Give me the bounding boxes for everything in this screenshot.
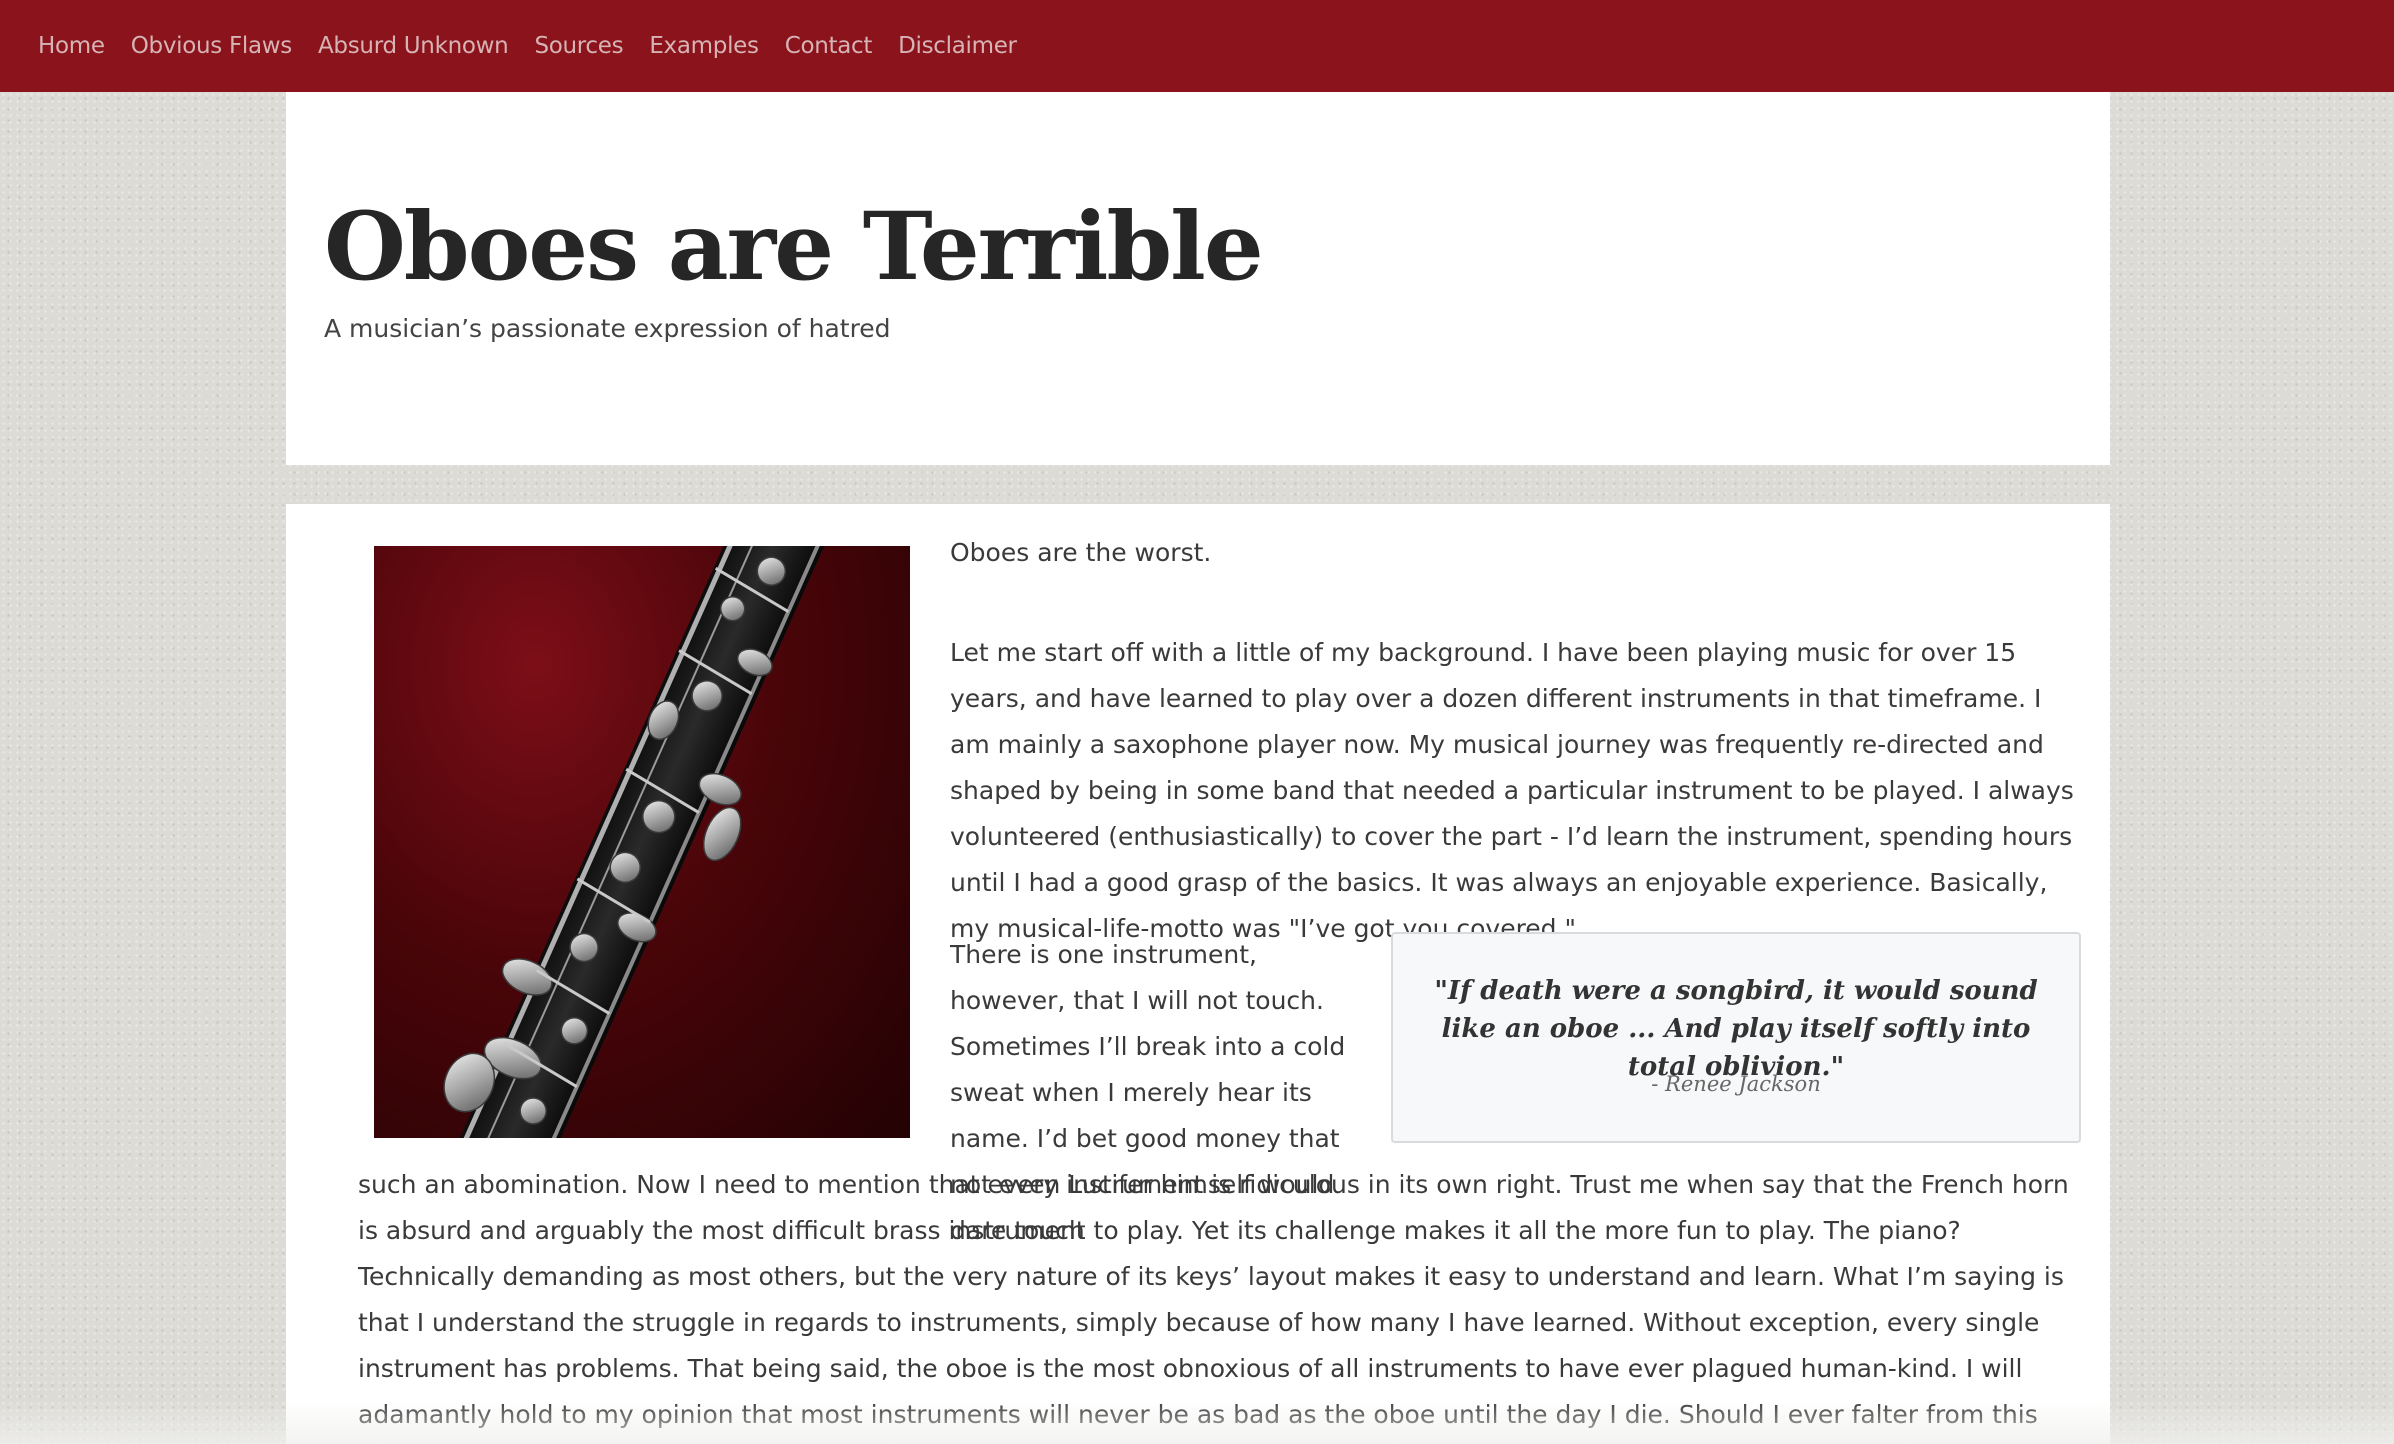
top-navbar: Home Obvious Flaws Absurd Unknown Source… bbox=[0, 0, 2394, 92]
paragraph-2-rest: such an abomination. Now I need to menti… bbox=[358, 1162, 2088, 1444]
nav-item-sources[interactable]: Sources bbox=[534, 33, 623, 59]
nav-item-obvious-flaws[interactable]: Obvious Flaws bbox=[131, 33, 293, 59]
quote-text: "If death were a songbird, it would soun… bbox=[1434, 976, 2038, 1082]
intro-text: Oboes are the worst. bbox=[950, 530, 2080, 576]
nav-menu: Home Obvious Flaws Absurd Unknown Source… bbox=[38, 0, 1043, 92]
paragraph-background: Let me start off with a little of my bac… bbox=[950, 630, 2080, 952]
quote-box: "If death were a songbird, it would soun… bbox=[1391, 932, 2081, 1143]
paragraph-1: Let me start off with a little of my bac… bbox=[950, 638, 2074, 943]
nav-item-examples[interactable]: Examples bbox=[649, 33, 759, 59]
oboe-photo bbox=[374, 546, 910, 1138]
header-panel: Oboes are Terrible A musician’s passiona… bbox=[286, 92, 2110, 465]
page-title: Oboes are Terrible bbox=[324, 192, 1264, 302]
paragraph-2-rest-text: such an abomination. Now I need to menti… bbox=[358, 1170, 2069, 1429]
nav-item-home[interactable]: Home bbox=[38, 33, 105, 59]
nav-item-absurd-unknown[interactable]: Absurd Unknown bbox=[318, 33, 509, 59]
nav-item-contact[interactable]: Contact bbox=[785, 33, 873, 59]
content-panel: Oboes are the worst. Let me start off wi… bbox=[286, 504, 2110, 1444]
intro-sentence: Oboes are the worst. bbox=[950, 538, 1212, 567]
nav-item-disclaimer[interactable]: Disclaimer bbox=[898, 33, 1017, 59]
page-subtitle: A musician’s passionate expression of ha… bbox=[324, 314, 891, 343]
quote-author: - Renee Jackson bbox=[1651, 1072, 1821, 1096]
